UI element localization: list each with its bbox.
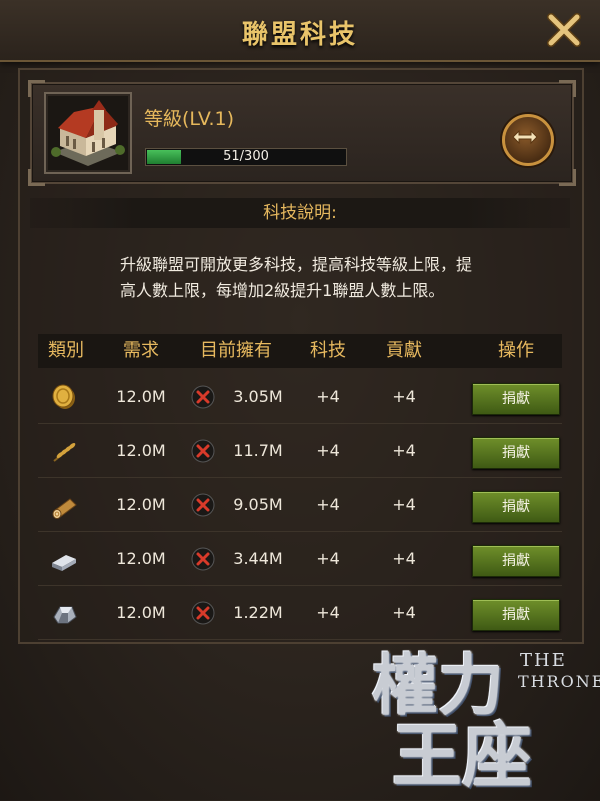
contribution-value: +4 (392, 441, 416, 460)
insufficient-x-icon (191, 601, 215, 625)
donate-button[interactable]: 捐獻 (472, 491, 560, 523)
owned-value: 11.7M (233, 441, 283, 460)
requirement-value: 12.0M (116, 495, 166, 514)
header-contribution: 貢獻 (386, 340, 422, 361)
progress-text: 51/300 (223, 149, 269, 164)
logo-en-line2: THRONE (518, 672, 600, 691)
requirement-value: 12.0M (116, 441, 166, 460)
gold-coin-icon (52, 384, 75, 409)
insufficient-x-icon (191, 385, 215, 409)
contribution-value: +4 (392, 549, 416, 568)
tech-value: +4 (316, 441, 340, 460)
donate-button[interactable]: 捐獻 (472, 437, 560, 469)
upgrade-swap-button[interactable] (502, 114, 554, 166)
header-tech: 科技 (310, 340, 346, 361)
iron-bar-icon (52, 555, 76, 571)
page-title: 聯盟科技 (241, 20, 358, 50)
requirement-value: 12.0M (116, 603, 166, 622)
logo-en-line1: THE (520, 650, 567, 671)
level-progress-bar: 51/300 (145, 148, 347, 166)
requirement-value: 12.0M (116, 387, 166, 406)
table-row: 12.0M 3.44M +4 +4 捐獻 (38, 532, 562, 586)
description-text: 升級聯盟可開放更多科技，提高科技等級上限，提高人數上限，每增加2級提升1聯盟人數… (120, 255, 473, 300)
table-header: 類別 需求 目前擁有 科技 貢獻 操作 (38, 334, 562, 368)
owned-value: 9.05M (233, 495, 283, 514)
alliance-building-icon (51, 100, 125, 166)
wood-log-icon (52, 498, 77, 519)
insufficient-x-icon (191, 439, 215, 463)
table-row: 12.0M 3.05M +4 +4 捐獻 (38, 370, 562, 424)
description-title: 科技說明: (30, 198, 570, 228)
level-label: 等級(LV.1) (144, 108, 234, 130)
requirement-value: 12.0M (116, 549, 166, 568)
tech-value: +4 (316, 495, 340, 514)
close-button[interactable] (544, 10, 584, 50)
contribution-value: +4 (392, 495, 416, 514)
building-image (44, 92, 132, 174)
insufficient-x-icon (191, 493, 215, 517)
owned-value: 3.05M (233, 387, 283, 406)
donate-button[interactable]: 捐獻 (472, 599, 560, 631)
table-row: 12.0M 11.7M +4 +4 捐獻 (38, 424, 562, 478)
wheat-icon (53, 443, 76, 462)
header-category: 類別 (48, 340, 84, 361)
table-row: 12.0M 9.05M +4 +4 捐獻 (38, 478, 562, 532)
header-requirement: 需求 (123, 340, 159, 361)
tech-value: +4 (316, 603, 340, 622)
owned-value: 1.22M (233, 603, 283, 622)
title-bar: 聯盟科技 (0, 0, 600, 62)
tech-value: +4 (316, 387, 340, 406)
stone-ore-icon (53, 606, 77, 624)
insufficient-x-icon (191, 547, 215, 571)
donate-button[interactable]: 捐獻 (472, 545, 560, 577)
header-action: 操作 (498, 340, 534, 361)
double-arrow-icon (512, 129, 538, 145)
logo-text-line2: 王座 (392, 715, 532, 797)
donate-button[interactable]: 捐獻 (472, 383, 560, 415)
owned-value: 3.44M (233, 549, 283, 568)
level-panel: 等級(LV.1) 51/300 (28, 80, 576, 186)
close-icon (547, 13, 581, 47)
header-owned: 目前擁有 (200, 340, 272, 361)
contribution-value: +4 (392, 387, 416, 406)
tech-value: +4 (316, 549, 340, 568)
